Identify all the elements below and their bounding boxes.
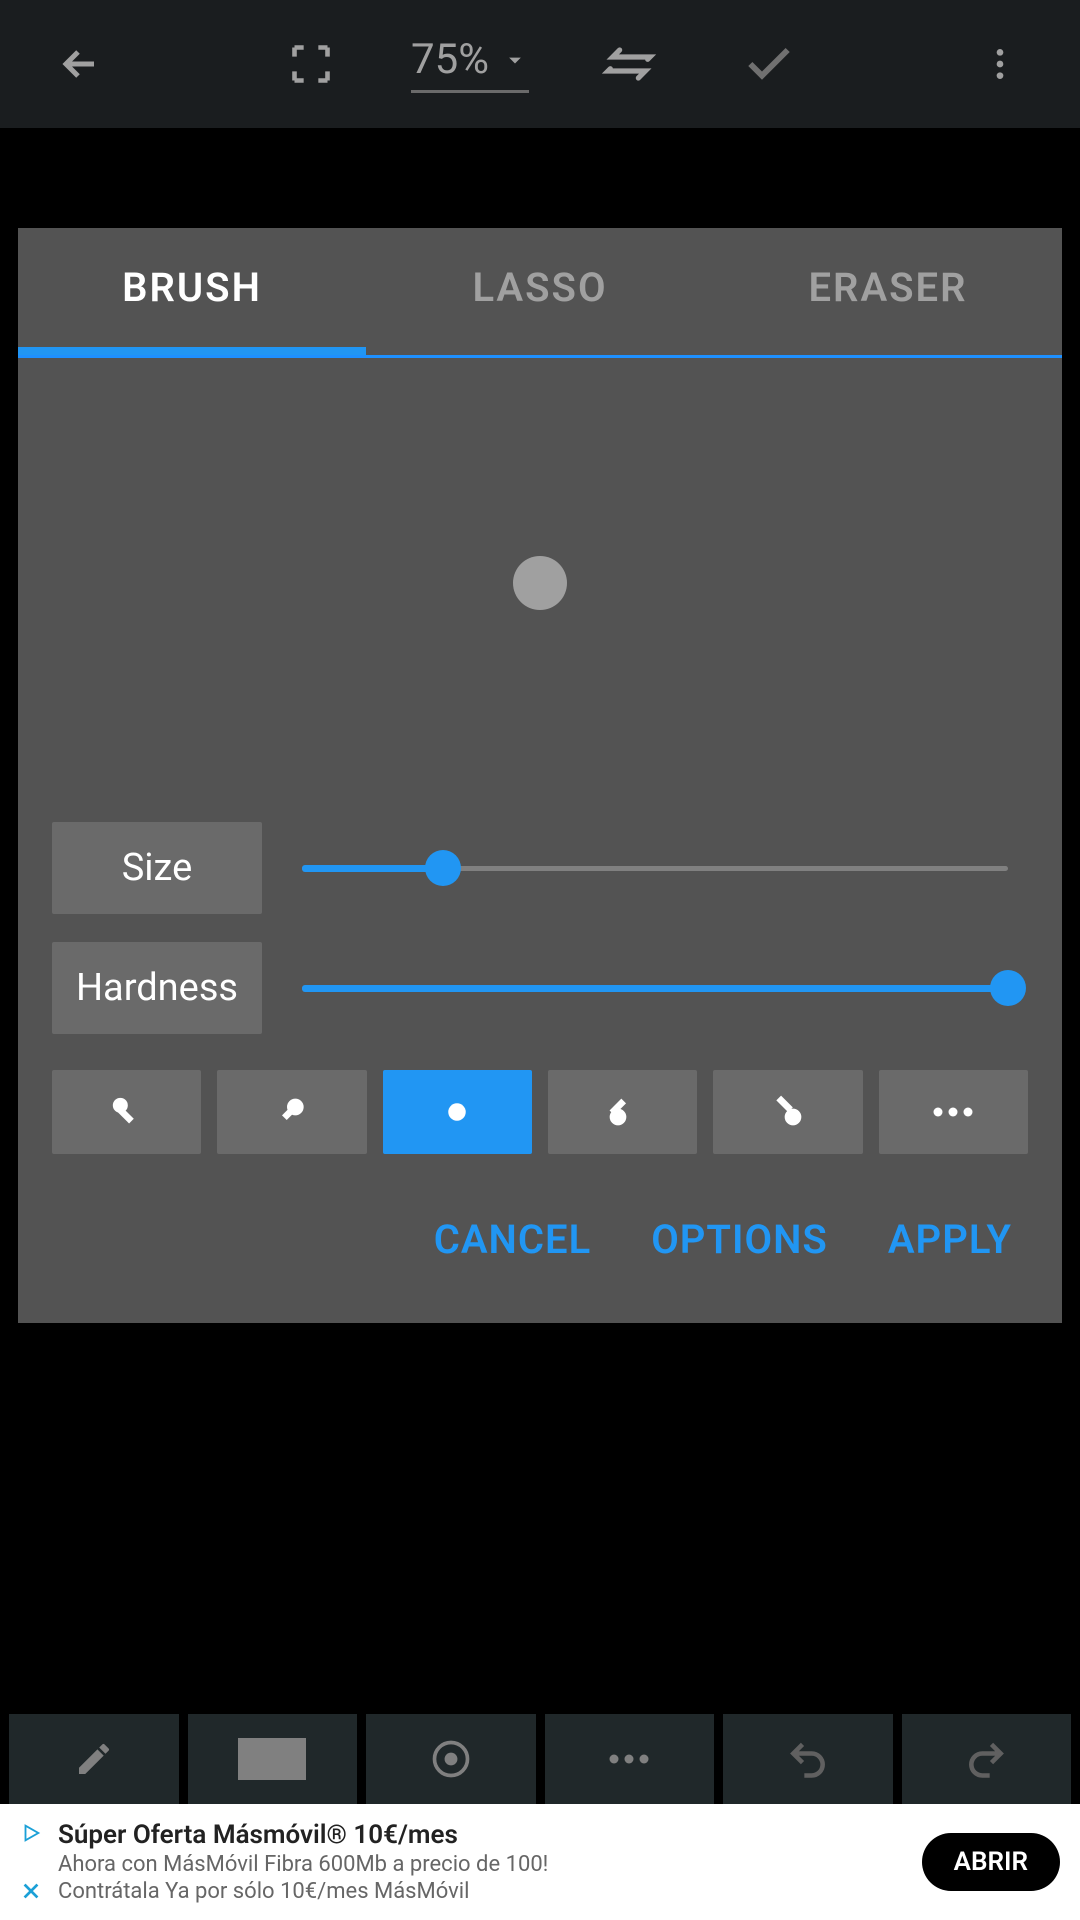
brush-shape-2[interactable] <box>217 1070 366 1154</box>
brush-shape-3[interactable] <box>383 1070 532 1154</box>
ad-line1: Ahora con MásMóvil Fibra 600Mb a precio … <box>58 1852 906 1877</box>
ad-markers <box>20 1822 42 1902</box>
target-tool-icon[interactable] <box>366 1714 536 1804</box>
adchoices-icon[interactable] <box>20 1822 42 1844</box>
hardness-row: Hardness <box>18 928 1062 1048</box>
brush-dialog: BRUSH LASSO ERASER Size Hardness <box>18 228 1062 1323</box>
hardness-slider[interactable] <box>302 968 1008 1008</box>
ad-text: Súper Oferta Másmóvil® 10€/mes Ahora con… <box>58 1820 906 1904</box>
preview-dot <box>513 556 567 610</box>
fullscreen-icon[interactable] <box>271 24 351 104</box>
tab-lasso[interactable]: LASSO <box>366 228 714 355</box>
zoom-dropdown[interactable]: 75% <box>411 35 529 93</box>
swap-icon[interactable] <box>589 24 669 104</box>
undo-icon[interactable] <box>723 1714 893 1804</box>
edit-tool-icon[interactable] <box>9 1714 179 1804</box>
zoom-value: 75% <box>411 35 489 84</box>
aspect-tool-icon[interactable] <box>188 1714 358 1804</box>
ad-close-icon[interactable] <box>20 1880 42 1902</box>
brush-shape-more[interactable] <box>879 1070 1028 1154</box>
ad-title: Súper Oferta Másmóvil® 10€/mes <box>58 1820 906 1850</box>
hardness-label[interactable]: Hardness <box>52 942 262 1034</box>
redo-icon[interactable] <box>902 1714 1072 1804</box>
canvas-area <box>0 128 1080 228</box>
tab-brush[interactable]: BRUSH <box>18 228 366 355</box>
back-icon[interactable] <box>40 24 120 104</box>
ad-line2: Contrátala Ya por sólo 10€/mes MásMóvil <box>58 1879 906 1904</box>
ad-open-button[interactable]: ABRIR <box>922 1833 1060 1891</box>
brush-preview <box>18 358 1062 808</box>
tool-tabs: BRUSH LASSO ERASER <box>18 228 1062 358</box>
tab-eraser[interactable]: ERASER <box>714 228 1062 355</box>
dialog-actions: CANCEL OPTIONS APPLY <box>18 1176 1062 1283</box>
more-tool-icon[interactable] <box>545 1714 715 1804</box>
size-slider[interactable] <box>302 848 1008 888</box>
more-icon[interactable] <box>960 24 1040 104</box>
size-row: Size <box>18 808 1062 928</box>
cancel-button[interactable]: CANCEL <box>434 1216 591 1263</box>
size-label[interactable]: Size <box>52 822 262 914</box>
ad-banner[interactable]: Súper Oferta Másmóvil® 10€/mes Ahora con… <box>0 1804 1080 1920</box>
options-button[interactable]: OPTIONS <box>651 1216 828 1263</box>
brush-shape-row <box>18 1048 1062 1176</box>
brush-shape-5[interactable] <box>713 1070 862 1154</box>
brush-shape-1[interactable] <box>52 1070 201 1154</box>
confirm-icon[interactable] <box>729 24 809 104</box>
brush-shape-4[interactable] <box>548 1070 697 1154</box>
top-toolbar: 75% <box>0 0 1080 128</box>
apply-button[interactable]: APPLY <box>888 1216 1012 1263</box>
bottom-toolbar <box>0 1714 1080 1804</box>
